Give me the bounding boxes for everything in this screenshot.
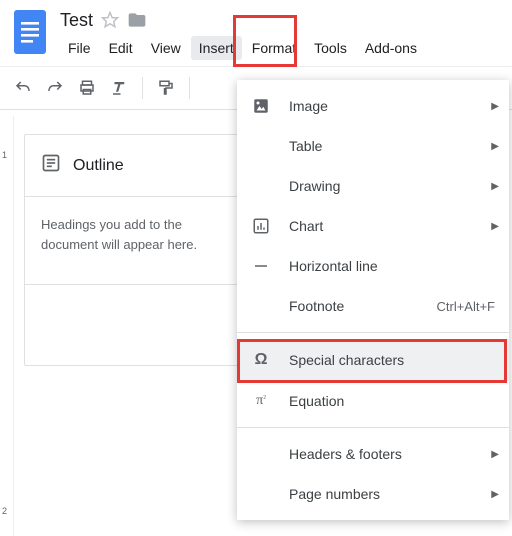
menu-separator bbox=[237, 332, 509, 333]
insert-menu-dropdown: Image ▶ Table ▶ Drawing ▶ Chart ▶ Horizo… bbox=[237, 80, 509, 520]
menu-tools[interactable]: Tools bbox=[306, 36, 355, 60]
toolbar-divider bbox=[142, 77, 143, 99]
menu-format[interactable]: Format bbox=[244, 36, 304, 60]
menu-item-footnote[interactable]: Footnote Ctrl+Alt+F bbox=[237, 286, 509, 326]
toolbar-divider-2 bbox=[189, 77, 190, 99]
menu-item-label: Chart bbox=[289, 218, 495, 234]
submenu-arrow-icon: ▶ bbox=[491, 449, 499, 460]
menu-item-label: Image bbox=[289, 98, 495, 114]
vertical-ruler: 1 2 bbox=[0, 116, 14, 536]
chart-icon bbox=[251, 217, 271, 235]
menu-item-table[interactable]: Table ▶ bbox=[237, 126, 509, 166]
equation-icon: π² bbox=[251, 393, 271, 409]
menu-file[interactable]: File bbox=[60, 36, 99, 60]
omega-icon: Ω bbox=[251, 351, 271, 369]
menu-item-label: Special characters bbox=[289, 352, 495, 368]
menu-item-label: Headers & footers bbox=[289, 446, 495, 462]
menu-addons[interactable]: Add-ons bbox=[357, 36, 425, 60]
paint-format-button[interactable] bbox=[157, 79, 175, 97]
outline-header[interactable]: Outline bbox=[25, 135, 238, 197]
submenu-arrow-icon: ▶ bbox=[491, 141, 499, 152]
horizontal-line-icon bbox=[251, 257, 271, 275]
clear-formatting-button[interactable] bbox=[110, 79, 128, 97]
ruler-tick-2: 2 bbox=[2, 506, 7, 516]
menu-item-label: Drawing bbox=[289, 178, 495, 194]
submenu-arrow-icon: ▶ bbox=[491, 181, 499, 192]
menu-item-label: Page numbers bbox=[289, 486, 495, 502]
menu-item-label: Equation bbox=[289, 393, 495, 409]
docs-app-icon bbox=[12, 8, 52, 56]
menu-item-headers-footers[interactable]: Headers & footers ▶ bbox=[237, 434, 509, 474]
menu-separator bbox=[237, 427, 509, 428]
redo-button[interactable] bbox=[46, 79, 64, 97]
menu-item-label: Footnote bbox=[289, 298, 436, 314]
submenu-arrow-icon: ▶ bbox=[491, 489, 499, 500]
outline-panel: Outline Headings you add to the document… bbox=[24, 134, 239, 366]
menu-item-page-numbers[interactable]: Page numbers ▶ bbox=[237, 474, 509, 514]
image-icon bbox=[251, 97, 271, 115]
menu-item-chart[interactable]: Chart ▶ bbox=[237, 206, 509, 246]
menu-item-label: Table bbox=[289, 138, 495, 154]
menu-view[interactable]: View bbox=[143, 36, 189, 60]
menu-item-image[interactable]: Image ▶ bbox=[237, 86, 509, 126]
menu-item-shortcut: Ctrl+Alt+F bbox=[436, 299, 495, 314]
ruler-tick-1: 1 bbox=[2, 150, 7, 160]
print-button[interactable] bbox=[78, 79, 96, 97]
menu-item-special-characters[interactable]: Ω Special characters bbox=[237, 339, 509, 381]
menu-edit[interactable]: Edit bbox=[101, 36, 141, 60]
title-row: Test bbox=[60, 8, 500, 32]
header: Test File Edit View Insert Format Tools … bbox=[0, 0, 512, 60]
outline-icon bbox=[41, 153, 61, 178]
folder-icon[interactable] bbox=[127, 10, 147, 30]
menu-item-horizontal-line[interactable]: Horizontal line bbox=[237, 246, 509, 286]
submenu-arrow-icon: ▶ bbox=[491, 221, 499, 232]
menu-item-equation[interactable]: π² Equation bbox=[237, 381, 509, 421]
title-area: Test File Edit View Insert Format Tools … bbox=[60, 8, 500, 60]
doc-title[interactable]: Test bbox=[60, 10, 93, 31]
outline-title: Outline bbox=[73, 157, 124, 175]
outline-empty bbox=[25, 285, 238, 365]
menu-insert[interactable]: Insert bbox=[191, 36, 242, 60]
submenu-arrow-icon: ▶ bbox=[491, 101, 499, 112]
menu-item-label: Horizontal line bbox=[289, 258, 495, 274]
menu-item-drawing[interactable]: Drawing ▶ bbox=[237, 166, 509, 206]
undo-button[interactable] bbox=[14, 79, 32, 97]
star-icon[interactable] bbox=[101, 11, 119, 29]
outline-hint: Headings you add to the document will ap… bbox=[25, 197, 238, 285]
menu-bar: File Edit View Insert Format Tools Add-o… bbox=[60, 36, 500, 60]
